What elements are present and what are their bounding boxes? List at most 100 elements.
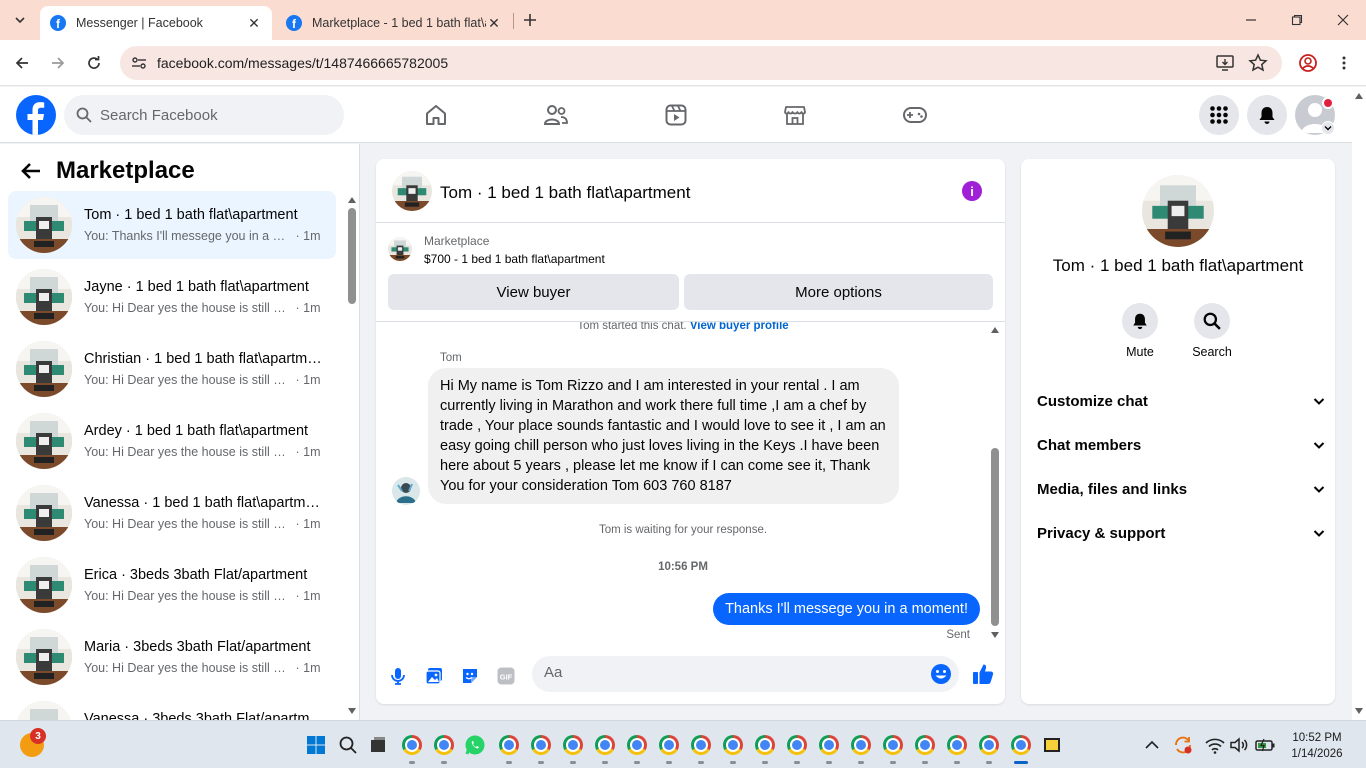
site-settings-icon[interactable] xyxy=(130,54,148,72)
show-hidden-icons-chevron-icon[interactable] xyxy=(1140,733,1164,757)
message-input[interactable] xyxy=(544,664,914,681)
tab-marketplace[interactable]: f Marketplace - 1 bed 1 bath flat\apartm… xyxy=(276,6,512,40)
chrome-taskbar-icon[interactable] xyxy=(400,733,424,757)
conversation-item[interactable]: Jayne · 1 bed 1 bath flat\apartment You: … xyxy=(8,263,336,331)
reload-icon[interactable] xyxy=(82,51,106,75)
search-input[interactable] xyxy=(100,106,300,124)
chrome-taskbar-icon[interactable] xyxy=(497,733,521,757)
chrome-taskbar-icon[interactable] xyxy=(753,733,777,757)
tab-messenger[interactable]: f Messenger | Facebook ✕ xyxy=(40,6,272,40)
conversation-item[interactable]: Ardey · 1 bed 1 bath flat\apartment You: … xyxy=(8,407,336,475)
chrome-taskbar-icon[interactable] xyxy=(849,733,873,757)
taskbar-search-icon[interactable] xyxy=(336,733,360,757)
chrome-taskbar-icon[interactable] xyxy=(977,733,1001,757)
sync-icon[interactable] xyxy=(1171,733,1195,757)
back-arrow-icon[interactable] xyxy=(10,51,34,75)
search-in-chat-button[interactable]: Search xyxy=(1182,303,1242,359)
battery-icon[interactable] xyxy=(1253,733,1277,757)
start-windows-icon[interactable] xyxy=(304,733,328,757)
new-tab-plus-icon[interactable] xyxy=(518,8,542,32)
sticky-notes-icon[interactable] xyxy=(1040,733,1064,757)
marketplace-icon[interactable] xyxy=(779,99,811,131)
bookmark-star-icon[interactable] xyxy=(1248,53,1268,73)
photo-icon[interactable] xyxy=(421,663,447,689)
chrome-icon xyxy=(723,735,743,755)
message-input-box[interactable] xyxy=(532,656,959,692)
wifi-icon[interactable] xyxy=(1203,733,1227,757)
chat-title[interactable]: Tom · 1 bed 1 bath flat\apartment xyxy=(440,183,690,203)
tab-close-icon[interactable]: ✕ xyxy=(246,15,262,31)
chrome-taskbar-icon[interactable] xyxy=(657,733,681,757)
page-scrollbar[interactable] xyxy=(1352,87,1366,720)
conversation-item[interactable]: Tom · 1 bed 1 bath flat\apartment You: Th… xyxy=(8,191,336,259)
facebook-logo-icon[interactable] xyxy=(16,95,56,135)
chrome-taskbar-icon[interactable] xyxy=(881,733,905,757)
facebook-search-box[interactable] xyxy=(64,95,344,135)
conversation-name: Tom · 1 bed 1 bath flat\apartment xyxy=(84,207,298,223)
chrome-taskbar-icon[interactable] xyxy=(945,733,969,757)
chat-members-row[interactable]: Chat members xyxy=(1029,425,1327,465)
conversation-item[interactable]: Vanessa · 3beds 3bath Flat/apartment xyxy=(8,695,336,720)
chrome-taskbar-icon[interactable] xyxy=(432,733,456,757)
minimize-icon[interactable] xyxy=(1228,0,1274,40)
friends-icon[interactable] xyxy=(540,99,572,131)
menu-grid-icon[interactable] xyxy=(1199,95,1239,135)
video-icon[interactable] xyxy=(660,99,692,131)
conversation-item[interactable]: Maria · 3beds 3bath Flat/apartment You: H… xyxy=(8,623,336,691)
task-view-icon[interactable] xyxy=(366,733,390,757)
install-app-icon[interactable] xyxy=(1215,53,1235,73)
mute-button[interactable]: Mute xyxy=(1110,303,1170,359)
home-icon[interactable] xyxy=(420,99,452,131)
listing-title[interactable]: $700 - 1 bed 1 bath flat\apartment xyxy=(424,252,605,266)
system-clock[interactable]: 10:52 PM 1/14/2026 xyxy=(1282,730,1352,762)
chrome-taskbar-icon[interactable] xyxy=(625,733,649,757)
chrome-taskbar-icon[interactable] xyxy=(721,733,745,757)
info-icon[interactable]: i xyxy=(962,181,982,201)
privacy-support-row[interactable]: Privacy & support xyxy=(1029,513,1327,553)
window-close-icon[interactable] xyxy=(1320,0,1366,40)
sender-avatar[interactable] xyxy=(392,477,420,505)
outgoing-message-bubble[interactable]: Thanks I'll messege you in a moment! xyxy=(713,593,980,625)
conversation-item[interactable]: Vanessa · 1 bed 1 bath flat\apartment You… xyxy=(8,479,336,547)
running-indicator xyxy=(730,761,736,764)
conversation-item[interactable]: Erica · 3beds 3bath Flat/apartment You: H… xyxy=(8,551,336,619)
tab-search-chevron-icon[interactable] xyxy=(8,8,32,32)
preview-time: · 1m xyxy=(295,373,321,387)
chrome-taskbar-icon[interactable] xyxy=(817,733,841,757)
notifications-bell-icon[interactable] xyxy=(1247,95,1287,135)
chrome-taskbar-icon[interactable] xyxy=(785,733,809,757)
view-buyer-profile-link[interactable]: View buyer profile xyxy=(690,322,789,332)
chat-avatar[interactable] xyxy=(392,171,432,211)
microphone-icon[interactable] xyxy=(385,663,411,689)
more-options-button[interactable]: More options xyxy=(684,274,993,310)
profile-icon[interactable] xyxy=(1296,51,1320,75)
media-files-links-row[interactable]: Media, files and links xyxy=(1029,469,1327,509)
conversation-item[interactable]: Christian · 1 bed 1 bath flat\apartment Y… xyxy=(8,335,336,403)
gaming-icon[interactable] xyxy=(899,99,931,131)
whatsapp-icon[interactable] xyxy=(463,733,487,757)
chrome-taskbar-icon[interactable] xyxy=(913,733,937,757)
address-bar[interactable]: facebook.com/messages/t/1487466665782005 xyxy=(120,46,1282,80)
customize-chat-row[interactable]: Customize chat xyxy=(1029,381,1327,421)
message-thread-scrollbar[interactable] xyxy=(988,321,1002,646)
chrome-taskbar-icon[interactable] xyxy=(689,733,713,757)
restore-icon[interactable] xyxy=(1274,0,1320,40)
forward-arrow-icon[interactable] xyxy=(46,51,70,75)
chrome-taskbar-icon[interactable] xyxy=(529,733,553,757)
back-arrow-icon[interactable] xyxy=(20,160,42,182)
volume-icon[interactable] xyxy=(1227,733,1251,757)
details-avatar[interactable] xyxy=(1142,175,1214,247)
conversation-list-scrollbar[interactable] xyxy=(346,144,358,720)
thumbs-up-icon[interactable] xyxy=(970,661,996,687)
chrome-taskbar-icon[interactable] xyxy=(1009,733,1033,757)
tab-close-icon[interactable]: ✕ xyxy=(486,15,502,31)
emoji-icon[interactable] xyxy=(930,663,952,685)
chrome-taskbar-icon[interactable] xyxy=(593,733,617,757)
browser-menu-icon[interactable] xyxy=(1332,51,1356,75)
incoming-message-bubble[interactable]: Hi My name is Tom Rizzo and I am interes… xyxy=(428,368,899,504)
sticker-icon[interactable] xyxy=(457,663,483,689)
chrome-taskbar-icon[interactable] xyxy=(561,733,585,757)
account-chevron-icon[interactable] xyxy=(1321,121,1335,135)
gif-icon[interactable]: GIF xyxy=(493,663,519,689)
view-buyer-button[interactable]: View buyer xyxy=(388,274,679,310)
